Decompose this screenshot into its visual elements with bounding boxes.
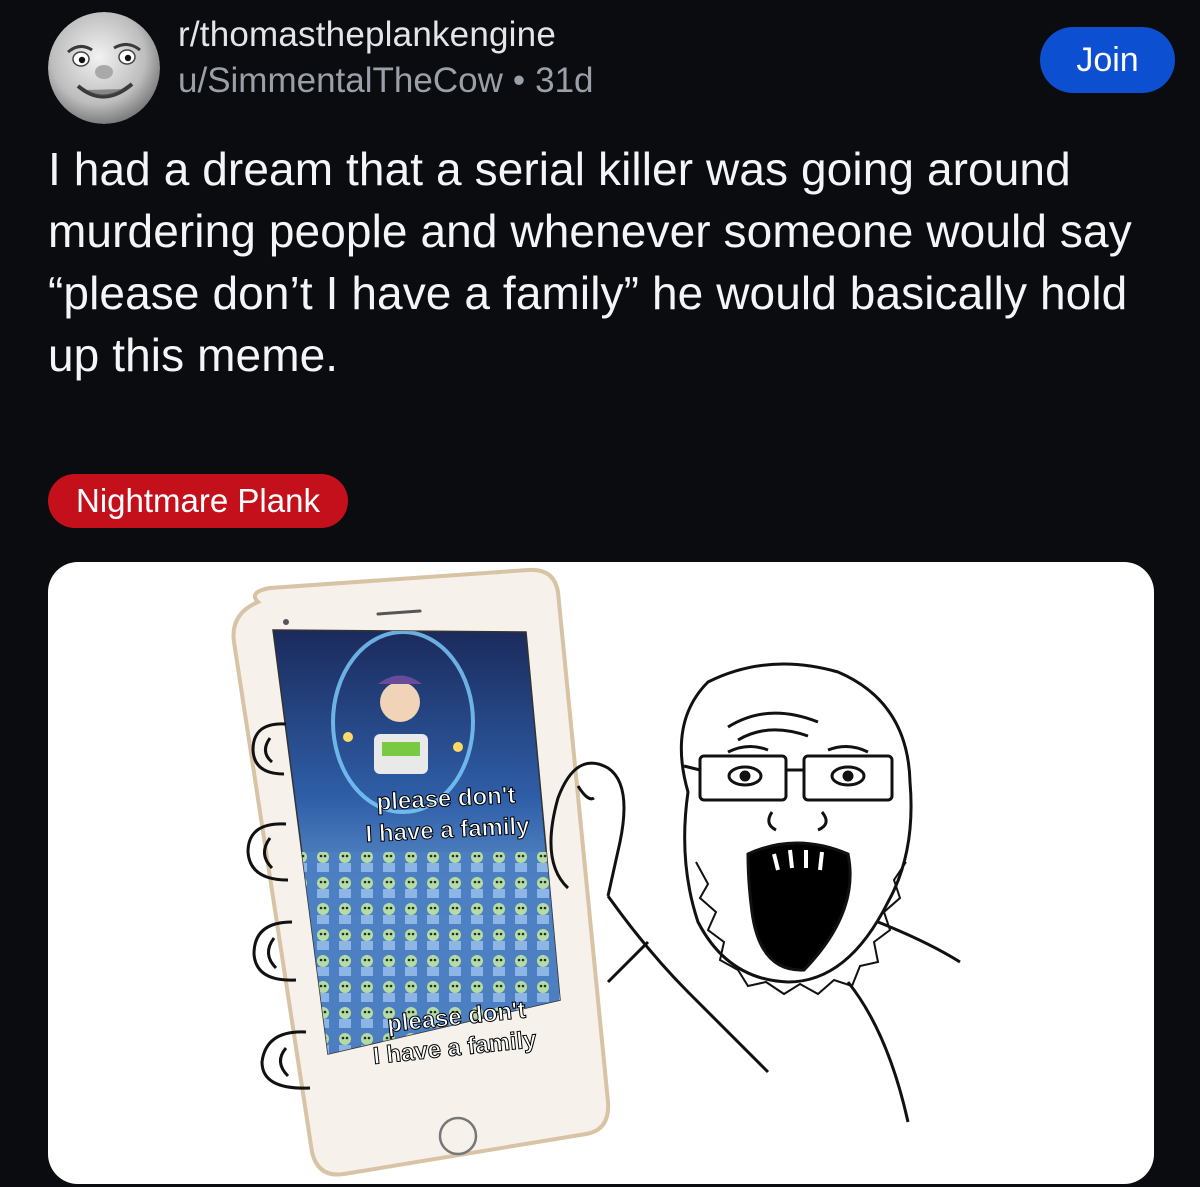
phone-drawing: please don't I have a family please don'… — [231, 567, 611, 1177]
byline-separator: • — [512, 61, 526, 100]
post-image[interactable]: please don't I have a family please don'… — [48, 562, 1154, 1184]
soyjak-face — [679, 662, 961, 1123]
tank-engine-face-icon — [48, 12, 160, 124]
join-button[interactable]: Join — [1040, 27, 1175, 93]
post-byline: u/SimmentalTheCow • 31d — [178, 60, 594, 102]
subreddit-avatar[interactable] — [48, 12, 160, 124]
subreddit-name[interactable]: r/thomastheplankengine — [178, 14, 556, 56]
post-title[interactable]: I had a dream that a serial killer was g… — [48, 138, 1158, 386]
post-age: 31d — [535, 61, 594, 100]
post-flair[interactable]: Nightmare Plank — [48, 474, 348, 528]
author-link[interactable]: u/SimmentalTheCow — [178, 61, 503, 100]
meme-illustration: please don't I have a family please don'… — [231, 567, 961, 1177]
